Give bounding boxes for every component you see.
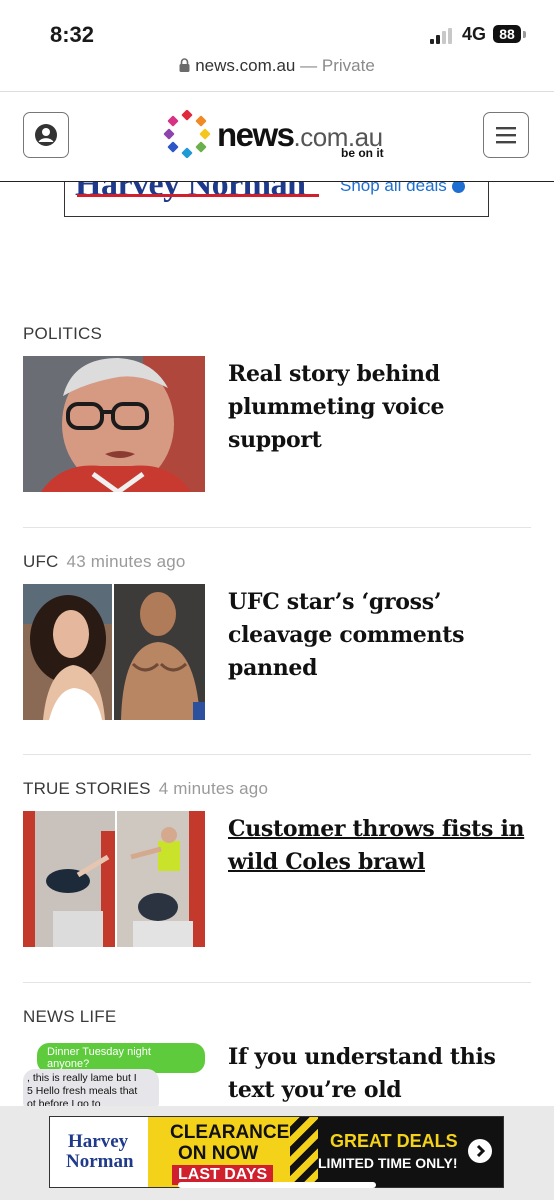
account-button[interactable] <box>23 112 69 158</box>
story-timestamp: 4 minutes ago <box>158 779 269 798</box>
ad-brand-line2: Norman <box>66 1151 134 1172</box>
story-thumbnail[interactable] <box>23 584 205 720</box>
battery-icon: 88 <box>493 25 521 43</box>
ad-deals-panel: GREAT DEALS LIMITED TIME ONLY! <box>318 1117 503 1187</box>
story-headline[interactable]: UFC star’s ‘gross’ cleavage comments pan… <box>228 586 528 685</box>
ad-limited-time-text: LIMITED TIME ONLY! <box>318 1155 458 1171</box>
lock-icon <box>179 57 190 77</box>
ad-on-now-text: ON NOW <box>178 1143 259 1164</box>
bottom-advertisement[interactable]: Harvey Norman CLEARANCE ON NOW LAST DAYS… <box>49 1116 504 1188</box>
hamburger-menu-icon <box>495 126 516 143</box>
story-card[interactable]: UFC 43 minutes ago UFC star’s ‘gross’ cle… <box>23 552 531 722</box>
story-card[interactable]: NEWS LIFE Dinner Tuesday night anyone? ,… <box>23 1007 531 1106</box>
url-text: news.com.au <box>195 56 296 75</box>
story-category: UFC 43 minutes ago <box>23 552 186 571</box>
story-headline[interactable]: Real story behind plummeting voice suppo… <box>228 358 528 457</box>
story-category: TRUE STORIES 4 minutes ago <box>23 779 269 798</box>
story-divider <box>23 527 531 528</box>
story-card[interactable]: TRUE STORIES 4 minutes ago Customer throw… <box>23 779 531 949</box>
ad-great-deals-text: GREAT DEALS <box>330 1131 458 1151</box>
logo-dots-icon <box>163 110 211 158</box>
story-thumbnail[interactable] <box>23 811 205 947</box>
story-headline[interactable]: If you understand this text you’re old <box>228 1041 528 1106</box>
chat-bubble-received: , this is really lame but I 5 Hello fres… <box>23 1069 159 1106</box>
top-advertisement[interactable]: Harvey Norman Shop all deals <box>64 182 489 217</box>
ad-hazard-stripes <box>290 1117 318 1187</box>
story-category: POLITICS <box>23 324 103 343</box>
chevron-right-icon[interactable] <box>468 1139 492 1163</box>
battery-tip <box>523 31 526 38</box>
story-category: NEWS LIFE <box>23 1007 117 1026</box>
user-circle-icon <box>34 123 57 146</box>
url-separator: — <box>300 56 318 75</box>
menu-button[interactable] <box>483 112 529 158</box>
status-time: 8:32 <box>50 22 95 47</box>
ad-cta: Shop all deals <box>340 182 465 196</box>
logo-tagline: be on it <box>341 146 384 160</box>
story-timestamp: 43 minutes ago <box>66 552 186 571</box>
private-mode-label: Private <box>321 56 375 75</box>
story-thumbnail[interactable] <box>23 356 205 492</box>
story-thumbnail[interactable]: Dinner Tuesday night anyone? , this is r… <box>23 1039 205 1106</box>
site-header: news.com.au be on it <box>0 92 554 182</box>
chevron-circle-icon <box>451 182 465 194</box>
site-logo[interactable]: news.com.au be on it <box>163 110 403 160</box>
story-divider <box>23 982 531 983</box>
story-divider <box>23 754 531 755</box>
story-headline[interactable]: Customer throws fists in wild Coles braw… <box>228 813 528 879</box>
story-card[interactable]: POLITICS Real story behind plummeting vo… <box>23 324 531 494</box>
ad-brand-panel: Harvey Norman <box>50 1117 148 1187</box>
ad-brand: Harvey Norman <box>75 182 306 203</box>
ad-brand-line1: Harvey <box>68 1131 129 1152</box>
home-indicator <box>178 1182 376 1188</box>
ad-clearance-text: CLEARANCE <box>170 1122 290 1143</box>
network-type: 4G <box>462 24 487 44</box>
status-bar: 8:32 4G 88 <box>0 0 554 56</box>
address-bar[interactable]: news.com.au — Private <box>0 56 554 90</box>
ad-clearance-panel: CLEARANCE ON NOW LAST DAYS <box>148 1117 308 1187</box>
ad-brand-underline <box>77 194 319 197</box>
